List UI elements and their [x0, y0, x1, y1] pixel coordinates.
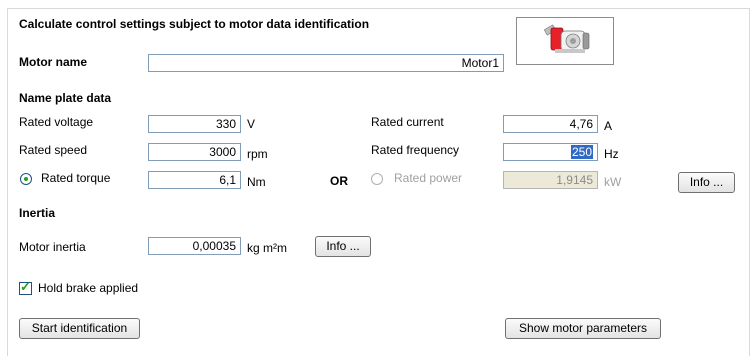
rated-frequency-label: Rated frequency [371, 143, 460, 157]
rated-frequency-field[interactable]: 250 [503, 143, 598, 161]
hold-brake-checkbox[interactable]: ✓ [19, 279, 32, 295]
rated-current-unit: A [604, 119, 613, 133]
checkmark-icon: ✓ [20, 279, 31, 294]
rated-torque-label: Rated torque [41, 171, 111, 185]
inertia-info-button[interactable]: Info ... [315, 236, 371, 257]
rated-frequency-value: 250 [570, 145, 593, 159]
motor-inertia-unit: kg m²m [247, 241, 287, 255]
rated-voltage-unit: V [247, 117, 256, 131]
motor-name-label: Motor name [19, 55, 88, 69]
rated-current-label: Rated current [371, 115, 444, 129]
rated-voltage-label: Rated voltage [19, 115, 94, 129]
rated-power-unit: kW [604, 175, 622, 189]
motor-icon [543, 24, 590, 53]
motor-inertia-field[interactable]: 0,00035 [148, 237, 241, 255]
start-identification-button[interactable]: Start identification [19, 318, 140, 339]
rated-power-radio[interactable] [371, 173, 383, 185]
rated-speed-label: Rated speed [19, 143, 88, 157]
rated-torque-unit: Nm [247, 175, 266, 189]
rated-current-field[interactable]: 4,76 [503, 115, 598, 133]
nameplate-heading: Name plate data [19, 91, 112, 105]
or-label: OR [330, 174, 348, 188]
nameplate-info-button[interactable]: Info ... [678, 172, 735, 193]
hold-brake-label: Hold brake applied [38, 281, 139, 295]
show-motor-parameters-button[interactable]: Show motor parameters [505, 318, 661, 339]
rated-power-label: Rated power [394, 171, 463, 185]
motor-inertia-label: Motor inertia [19, 240, 86, 254]
motor-name-field[interactable]: Motor1 [148, 54, 504, 72]
motor-image-frame [516, 17, 614, 65]
inertia-heading: Inertia [19, 206, 56, 220]
rated-power-field: 1,9145 [503, 171, 598, 189]
rated-torque-field[interactable]: 6,1 [148, 171, 241, 189]
rated-voltage-field[interactable]: 330 [148, 115, 241, 133]
rated-speed-field[interactable]: 3000 [148, 143, 241, 161]
page-title: Calculate control settings subject to mo… [19, 17, 370, 31]
rated-torque-radio[interactable] [20, 173, 32, 185]
rated-speed-unit: rpm [247, 147, 268, 161]
rated-frequency-unit: Hz [604, 147, 619, 161]
